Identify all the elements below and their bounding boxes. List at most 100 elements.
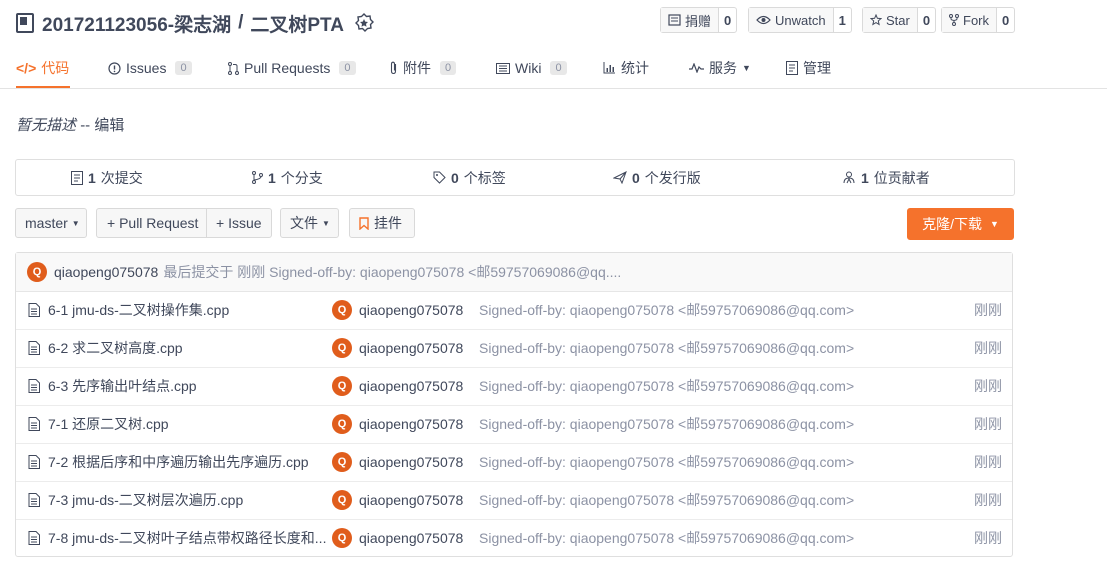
file-icon [28, 493, 40, 507]
commit-author[interactable]: qiaopeng075078 [359, 340, 463, 356]
manage-icon [786, 61, 798, 75]
commit-author[interactable]: qiaopeng075078 [359, 416, 463, 432]
donate-button[interactable]: 捐赠 0 [660, 7, 738, 33]
avatar[interactable]: Q [332, 528, 352, 548]
tab-code-label: 代码 [41, 60, 70, 76]
commit-time-cell: 刚刚 [974, 291, 1002, 329]
star-count[interactable]: 0 [918, 8, 935, 32]
watch-count[interactable]: 1 [834, 8, 851, 32]
commit-message-link[interactable]: Signed-off-by: qiaopeng075078 <邮59757069… [479, 376, 854, 396]
commit-author[interactable]: qiaopeng075078 [359, 454, 463, 470]
file-name-link[interactable]: 6-2 求二叉树高度.cpp [48, 338, 183, 358]
commit-author-cell: Qqiaopeng075078 [332, 367, 463, 405]
tab-wiki[interactable]: Wiki 0 [496, 50, 567, 86]
repo-tabs: </> 代码 Issues 0 Pull Requests 0 附件 0 Wik… [0, 50, 1107, 89]
donate-count[interactable]: 0 [719, 8, 736, 32]
tab-code[interactable]: </> 代码 [16, 50, 70, 88]
commit-author[interactable]: qiaopeng075078 [359, 302, 463, 318]
commit-time: 刚刚 [974, 302, 1002, 318]
commit-message-link[interactable]: Signed-off-by: qiaopeng075078 <邮59757069… [479, 452, 854, 472]
file-cell: 6-2 求二叉树高度.cpp [28, 329, 183, 367]
files-dropdown[interactable]: 文件 ▼ [280, 208, 339, 238]
avatar[interactable]: Q [332, 338, 352, 358]
branch-select[interactable]: master ▼ [15, 208, 87, 238]
avatar[interactable]: Q [332, 376, 352, 396]
file-name-link[interactable]: 7-8 jmu-ds-二叉树叶子结点带权路径长度和... [48, 528, 326, 548]
tab-attachments[interactable]: 附件 0 [389, 50, 457, 86]
latest-commit-bar: Q qiaopeng075078 最后提交于 刚刚 Signed-off-by:… [16, 253, 1012, 292]
commit-message-link[interactable]: Signed-off-by: qiaopeng075078 <邮59757069… [479, 338, 854, 358]
avatar[interactable]: Q [332, 300, 352, 320]
tab-manage[interactable]: 管理 [786, 50, 831, 86]
files-dropdown-label: 文件 [290, 215, 318, 231]
widget-button[interactable]: 挂件 [349, 208, 415, 238]
tab-stats[interactable]: 统计 [603, 50, 649, 86]
commit-author[interactable]: qiaopeng075078 [359, 492, 463, 508]
latest-commit-message[interactable]: 最后提交于 刚刚 Signed-off-by: qiaopeng075078 <… [163, 262, 621, 282]
commit-author-cell: Qqiaopeng075078 [332, 329, 463, 367]
commit-time: 刚刚 [974, 416, 1002, 432]
commits-label: 次提交 [100, 169, 143, 186]
tag-icon [433, 171, 446, 184]
commit-author-cell: Qqiaopeng075078 [332, 405, 463, 443]
commit-time-cell: 刚刚 [974, 329, 1002, 367]
fork-count[interactable]: 0 [997, 8, 1014, 32]
commit-author[interactable]: qiaopeng075078 [359, 378, 463, 394]
release-icon [613, 171, 627, 184]
commit-message-link[interactable]: Signed-off-by: qiaopeng075078 <邮59757069… [479, 528, 854, 548]
avatar[interactable]: Q [332, 452, 352, 472]
repo-name-link[interactable]: 二叉树PTA [250, 10, 344, 37]
new-issue-button[interactable]: + Issue [206, 208, 272, 238]
recommend-badge-icon[interactable] [354, 13, 374, 33]
file-icon [28, 417, 40, 431]
file-table: Q qiaopeng075078 最后提交于 刚刚 Signed-off-by:… [15, 252, 1013, 557]
star-label: Star [886, 12, 910, 28]
avatar[interactable]: Q [332, 414, 352, 434]
file-name-link[interactable]: 7-2 根据后序和中序遍历输出先序遍历.cpp [48, 452, 309, 472]
avatar[interactable]: Q [332, 490, 352, 510]
commit-time: 刚刚 [974, 454, 1002, 470]
clone-download-button[interactable]: 克隆/下载 ▼ [907, 208, 1014, 240]
code-icon: </> [16, 60, 37, 76]
commit-message-link[interactable]: Signed-off-by: qiaopeng075078 <邮59757069… [479, 490, 854, 510]
commit-time-cell: 刚刚 [974, 481, 1002, 519]
file-name-link[interactable]: 6-3 先序输出叶结点.cpp [48, 376, 197, 396]
unwatch-label: Unwatch [775, 12, 826, 28]
title-separator: / [238, 12, 244, 33]
tab-issues-count: 0 [175, 61, 192, 75]
tab-pull-requests[interactable]: Pull Requests 0 [228, 50, 356, 86]
commit-message-link[interactable]: Signed-off-by: qiaopeng075078 <邮59757069… [479, 300, 854, 320]
repo-owner-link[interactable]: 201721123056-梁志湖 [42, 10, 231, 37]
file-name-link[interactable]: 7-3 jmu-ds-二叉树层次遍历.cpp [48, 490, 243, 510]
new-pull-request-button[interactable]: + Pull Request [96, 208, 207, 238]
latest-commit-author[interactable]: qiaopeng075078 [54, 264, 158, 280]
unwatch-button[interactable]: Unwatch 1 [748, 7, 852, 33]
tab-service-dropdown[interactable]: 服务 ▼ [689, 50, 751, 86]
eye-icon [756, 15, 771, 25]
commit-message-link[interactable]: Signed-off-by: qiaopeng075078 <邮59757069… [479, 414, 854, 434]
star-button[interactable]: Star 0 [862, 7, 937, 33]
stat-contributors[interactable]: 1 位贡献者 [842, 160, 930, 195]
tab-manage-label: 管理 [803, 60, 831, 76]
fork-button[interactable]: Fork 0 [941, 7, 1016, 33]
contributors-label: 位贡献者 [873, 169, 930, 186]
tags-label: 个标签 [463, 169, 506, 186]
stat-commits[interactable]: 1 次提交 [71, 160, 143, 195]
commit-author-cell: Qqiaopeng075078 [332, 291, 463, 329]
edit-description-link[interactable]: 编辑 [94, 117, 124, 134]
chevron-down-icon: ▼ [71, 218, 80, 228]
branch-icon [252, 171, 263, 184]
tab-issues[interactable]: Issues 0 [108, 50, 192, 86]
commit-message-cell: Signed-off-by: qiaopeng075078 <邮59757069… [479, 481, 854, 519]
branch-select-label: master [25, 215, 68, 231]
commit-author[interactable]: qiaopeng075078 [359, 530, 463, 546]
file-name-link[interactable]: 7-1 还原二叉树.cpp [48, 414, 169, 434]
stat-tags[interactable]: 0 个标签 [433, 160, 506, 195]
stat-branches[interactable]: 1 个分支 [252, 160, 323, 195]
avatar[interactable]: Q [27, 262, 47, 282]
contributors-count: 1 [861, 169, 869, 186]
file-name-link[interactable]: 6-1 jmu-ds-二叉树操作集.cpp [48, 300, 229, 320]
description-text: 暂无描述 [16, 117, 77, 134]
commit-author-cell: Qqiaopeng075078 [332, 481, 463, 519]
stat-releases[interactable]: 0 个发行版 [613, 160, 701, 195]
